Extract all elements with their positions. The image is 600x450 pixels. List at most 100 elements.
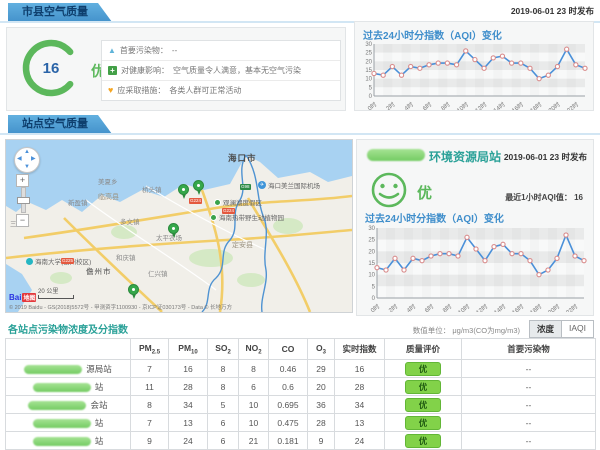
toggle-iaqi[interactable]: IAQI (562, 320, 594, 338)
map-label-text: 仁兴镇 (148, 268, 168, 278)
map-scale-text: 20 公里 (38, 286, 74, 295)
svg-text:20: 20 (365, 59, 372, 65)
toggle-concentration[interactable]: 浓度 (529, 320, 562, 338)
value-cell: 5 (208, 396, 239, 414)
map-label: 多文镇 (120, 216, 140, 226)
city-publish-time: 2019-06-01 23 时发布 (511, 5, 594, 17)
aqi-gauge: 16 (19, 36, 83, 100)
value-cell: 34 (169, 396, 208, 414)
zoom-handle[interactable] (17, 197, 30, 204)
map-label-text: 美夏乡 (98, 176, 118, 186)
value-cell: 0.181 (269, 432, 308, 450)
grade-badge: 优 (405, 434, 442, 448)
grade-cell: 优 (385, 432, 462, 450)
map-label: 桥头镇 (142, 184, 162, 194)
station-level-label: 优 (417, 182, 432, 203)
svg-text:2时: 2时 (387, 302, 399, 312)
value-cell: 8 (131, 396, 169, 414)
university-icon (26, 258, 33, 265)
svg-text:8时: 8时 (441, 302, 453, 312)
value-cell: 7 (131, 414, 169, 432)
svg-text:16时: 16时 (510, 100, 525, 110)
table-row: 会站8345100.6953634优-- (6, 396, 596, 414)
pan-up-icon[interactable]: ▲ (24, 149, 30, 155)
value-cell: 36 (308, 396, 335, 414)
baidu-map[interactable]: 海口市✈海口美兰国际机场观澜湖度假区海南热带野生动植物园定安县桥头镇美夏乡临高县… (5, 139, 353, 313)
primary-pollutant-cell: -- (462, 360, 596, 378)
station-map-marker[interactable] (168, 223, 179, 234)
health-icon: + (108, 66, 117, 75)
svg-text:0时: 0时 (366, 100, 378, 110)
column-header: O3 (308, 339, 335, 360)
pan-down-icon[interactable]: ▼ (24, 164, 30, 170)
station-map-marker[interactable] (193, 180, 204, 191)
table-row: 源局站716880.462916优-- (6, 360, 596, 378)
airport-icon: ✈ (258, 181, 266, 189)
svg-text:0时: 0时 (369, 302, 381, 312)
map-label: 海南热带野生动植物园 (210, 212, 284, 222)
pan-left-icon[interactable]: ◀ (17, 156, 22, 162)
station-panel: 环境资源局站 2019-06-01 23 时发布 优 最近1小时AQI值： 16… (356, 139, 594, 316)
info-label: 应采取措施： (117, 85, 165, 96)
pollutant-table: PM2.5PM10SO2NO2COO3实时指数质量评价首要污染物 源局站7168… (5, 338, 596, 450)
station-name-cell: 站 (6, 414, 131, 432)
zoom-out-button[interactable]: − (16, 214, 29, 227)
svg-text:10时: 10时 (456, 302, 471, 312)
station-chart-title: 过去24小时分指数（AQI）变化 (365, 210, 504, 225)
map-label-text: 儋州市 (86, 266, 112, 277)
baidu-map-word: 地图 (22, 293, 36, 302)
svg-text:4时: 4时 (403, 100, 415, 110)
map-label-text: 定安县 (232, 240, 253, 250)
pan-right-icon[interactable]: ▶ (31, 156, 36, 162)
value-cell: 11 (131, 378, 169, 396)
svg-text:12时: 12时 (474, 302, 489, 312)
map-label: ✈海口美兰国际机场 (258, 180, 320, 190)
station-map-marker[interactable] (128, 284, 139, 295)
table-row: 站9246210.181924优-- (6, 432, 596, 450)
section-tab-station-air: 站点空气质量 (8, 115, 112, 134)
station-name-suffix: 站 (95, 382, 104, 392)
column-header: PM2.5 (131, 339, 169, 360)
column-header: 首要污染物 (462, 339, 596, 360)
svg-text:6时: 6时 (423, 302, 435, 312)
city-aqi-panel: 16 优 ▲ 首要污染物： -- + 对健康影响： 空气质量令人满意，基本无空气… (6, 27, 346, 111)
column-header: 质量评价 (385, 339, 462, 360)
value-cell: 16 (335, 360, 385, 378)
svg-text:22时: 22时 (564, 302, 579, 312)
pollutant-icon: ▲ (108, 47, 116, 55)
value-cell: 28 (335, 378, 385, 396)
map-attribution: © 2019 Baidu - GS(2018)5572号 - 甲测资字11009… (9, 303, 232, 311)
grade-badge: 优 (405, 416, 442, 430)
smiley-face-icon (369, 170, 409, 210)
station-name-suffix: 站 (95, 418, 104, 428)
value-cell: 24 (335, 432, 385, 450)
table-row: 站7136100.4752813优-- (6, 414, 596, 432)
value-cell: 20 (308, 378, 335, 396)
svg-text:10: 10 (368, 273, 375, 279)
aqi-value: 16 (19, 36, 83, 100)
table-title: 各站点污染物浓度及分指数 (8, 321, 128, 336)
svg-text:0: 0 (372, 296, 376, 302)
svg-text:2时: 2时 (384, 100, 396, 110)
map-label-text: 太平农场 (156, 232, 182, 242)
svg-text:18时: 18时 (528, 100, 543, 110)
road-badge: G98 (240, 184, 251, 190)
svg-text:30: 30 (365, 42, 372, 48)
svg-text:5: 5 (369, 85, 373, 91)
svg-text:10: 10 (365, 77, 372, 83)
info-row-pollutant: ▲ 首要污染物： -- (102, 41, 340, 61)
station-name-redaction (33, 419, 91, 428)
value-cell: 8 (208, 378, 239, 396)
map-label-text: 临高县 (98, 192, 119, 202)
svg-text:25: 25 (368, 238, 375, 244)
station-map-marker[interactable] (178, 184, 189, 195)
map-pan-control[interactable]: ▲ ▼ ◀ ▶ (14, 147, 40, 173)
map-label: 和庆镇 (116, 252, 136, 262)
zoom-in-button[interactable]: + (16, 174, 29, 187)
info-row-measures: ♥ 应采取措施： 各类人群可正常活动 (102, 81, 340, 100)
map-zoom-control[interactable]: + − (16, 174, 30, 227)
info-value: 空气质量令人满意，基本无空气污染 (173, 65, 301, 76)
poi-green-icon (210, 214, 217, 221)
road-badge: G224 (189, 198, 202, 204)
baidu-logo[interactable]: Bai 地图 (9, 293, 36, 302)
